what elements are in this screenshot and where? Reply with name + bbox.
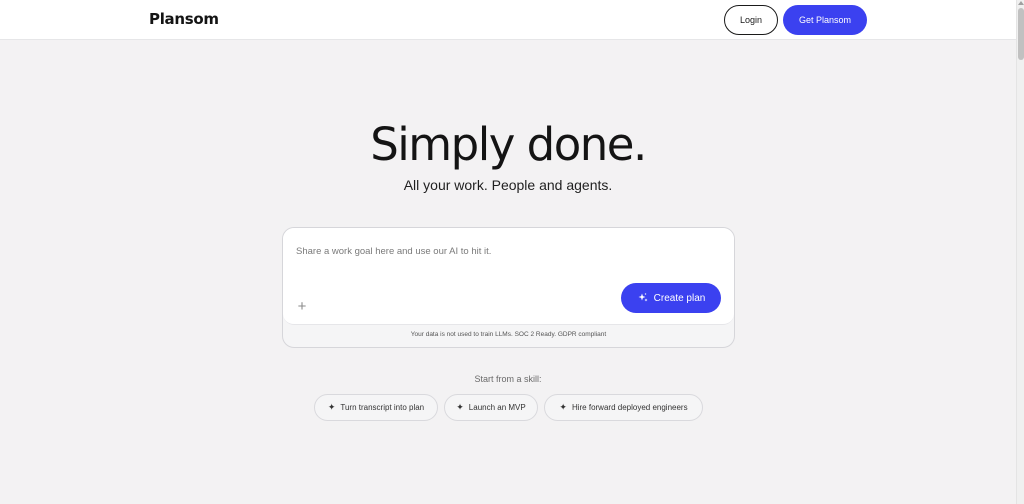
prompt-card: + Create plan Your data is not used to t… bbox=[282, 227, 735, 348]
create-plan-label: Create plan bbox=[653, 292, 706, 304]
skill-chip-transcript[interactable]: ✦ Turn transcript into plan bbox=[314, 394, 438, 421]
prompt-input-area: + Create plan bbox=[283, 228, 734, 325]
skills-list: ✦ Turn transcript into plan ✦ Launch an … bbox=[0, 394, 1016, 422]
brand-logo[interactable]: Plansom bbox=[149, 10, 219, 28]
skill-chip-label: Turn transcript into plan bbox=[340, 403, 425, 412]
get-plansom-button[interactable]: Get Plansom bbox=[783, 5, 867, 35]
hero-title: Simply done. bbox=[370, 118, 647, 171]
hero-subtitle: All your work. People and agents. bbox=[403, 177, 613, 193]
create-plan-button[interactable]: Create plan bbox=[621, 283, 721, 313]
sparkle-icon: ✦ bbox=[456, 402, 464, 412]
scrollbar-thumb[interactable] bbox=[1018, 8, 1024, 60]
login-button[interactable]: Login bbox=[724, 5, 778, 35]
scroll-up-arrow-icon[interactable] bbox=[1018, 1, 1024, 5]
sparkles-icon bbox=[638, 293, 648, 302]
sparkle-icon: ✦ bbox=[559, 402, 567, 412]
skill-chip-engineers[interactable]: ✦ Hire forward deployed engineers bbox=[544, 394, 703, 421]
plus-icon[interactable]: + bbox=[295, 299, 309, 314]
skill-chip-label: Launch an MVP bbox=[468, 403, 526, 412]
top-nav-bar: Plansom Login Get Plansom bbox=[0, 0, 1016, 40]
sparkle-icon: ✦ bbox=[327, 402, 336, 412]
page-scrollbar[interactable] bbox=[1016, 0, 1024, 504]
skills-label: Start from a skill: bbox=[474, 374, 542, 384]
skill-chip-mvp[interactable]: ✦ Launch an MVP bbox=[444, 394, 538, 421]
skill-chip-label: Hire forward deployed engineers bbox=[571, 403, 688, 412]
goal-input[interactable] bbox=[296, 241, 716, 261]
privacy-note: Your data is not used to train LLMs. SOC… bbox=[410, 331, 607, 338]
